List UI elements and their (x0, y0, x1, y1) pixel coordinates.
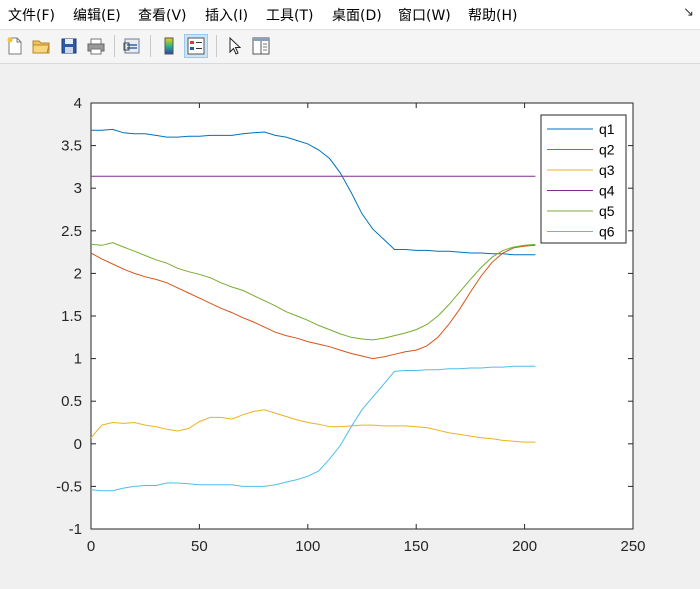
toolbar-separator (114, 35, 115, 57)
legend-label: q6 (599, 224, 615, 240)
menu-help[interactable]: 帮助(H) (468, 5, 517, 25)
print-icon[interactable] (84, 34, 108, 58)
menu-insert[interactable]: 插入(I) (205, 5, 248, 25)
y-tick-label: 3 (74, 180, 82, 197)
colorbar-icon[interactable] (157, 34, 181, 58)
save-icon[interactable] (57, 34, 81, 58)
x-tick-label: 250 (620, 538, 645, 555)
line-chart: 0 50 100 150 200 250 -1 -0.5 0 0.5 1 1.5 2 2.5 3 3.5 4 q… (56, 95, 645, 555)
y-tick-label: 0.5 (61, 393, 82, 410)
y-tick-label: 2.5 (61, 223, 82, 240)
x-tick-label: 0 (87, 538, 95, 555)
link-plot-icon[interactable] (120, 34, 144, 58)
legend-label: q3 (599, 162, 615, 178)
x-tick-label: 50 (191, 538, 208, 555)
pointer-icon[interactable] (222, 34, 246, 58)
legend-icon[interactable] (184, 34, 208, 58)
arrow-dock-icon[interactable]: ↘ (683, 4, 694, 20)
toolbar-separator (216, 35, 217, 57)
y-tick-label: 1 (74, 351, 82, 368)
legend-label: q2 (599, 142, 615, 158)
x-tick-label: 150 (404, 538, 429, 555)
menu-tools[interactable]: 工具(T) (266, 5, 313, 25)
legend-label: q1 (599, 121, 615, 137)
toolbar-separator (150, 35, 151, 57)
x-tick-label: 200 (512, 538, 537, 555)
menu-edit[interactable]: 编辑(E) (73, 5, 121, 25)
y-tick-label: 1.5 (61, 308, 82, 325)
y-tick-label: 2 (74, 265, 82, 282)
open-file-icon[interactable] (29, 34, 53, 58)
toolbar (0, 30, 700, 64)
new-figure-icon[interactable] (3, 34, 27, 58)
y-tick-label: 3.5 (61, 138, 82, 155)
y-tick-label: -1 (69, 521, 82, 538)
property-editor-icon[interactable] (249, 34, 273, 58)
menu-window[interactable]: 窗口(W) (398, 5, 451, 25)
y-tick-label: -0.5 (56, 478, 82, 495)
menu-file[interactable]: 文件(F) (8, 5, 55, 25)
y-tick-label: 4 (74, 95, 82, 112)
y-tick-label: 0 (74, 436, 82, 453)
menu-desktop[interactable]: 桌面(D) (332, 5, 382, 25)
legend-label: q5 (599, 203, 615, 219)
x-tick-label: 100 (295, 538, 320, 555)
menu-bar: 文件(F) 编辑(E) 查看(V) 插入(I) 工具(T) 桌面(D) 窗口(W… (0, 0, 700, 30)
menu-view[interactable]: 查看(V) (138, 5, 187, 25)
legend-label: q4 (599, 183, 615, 199)
